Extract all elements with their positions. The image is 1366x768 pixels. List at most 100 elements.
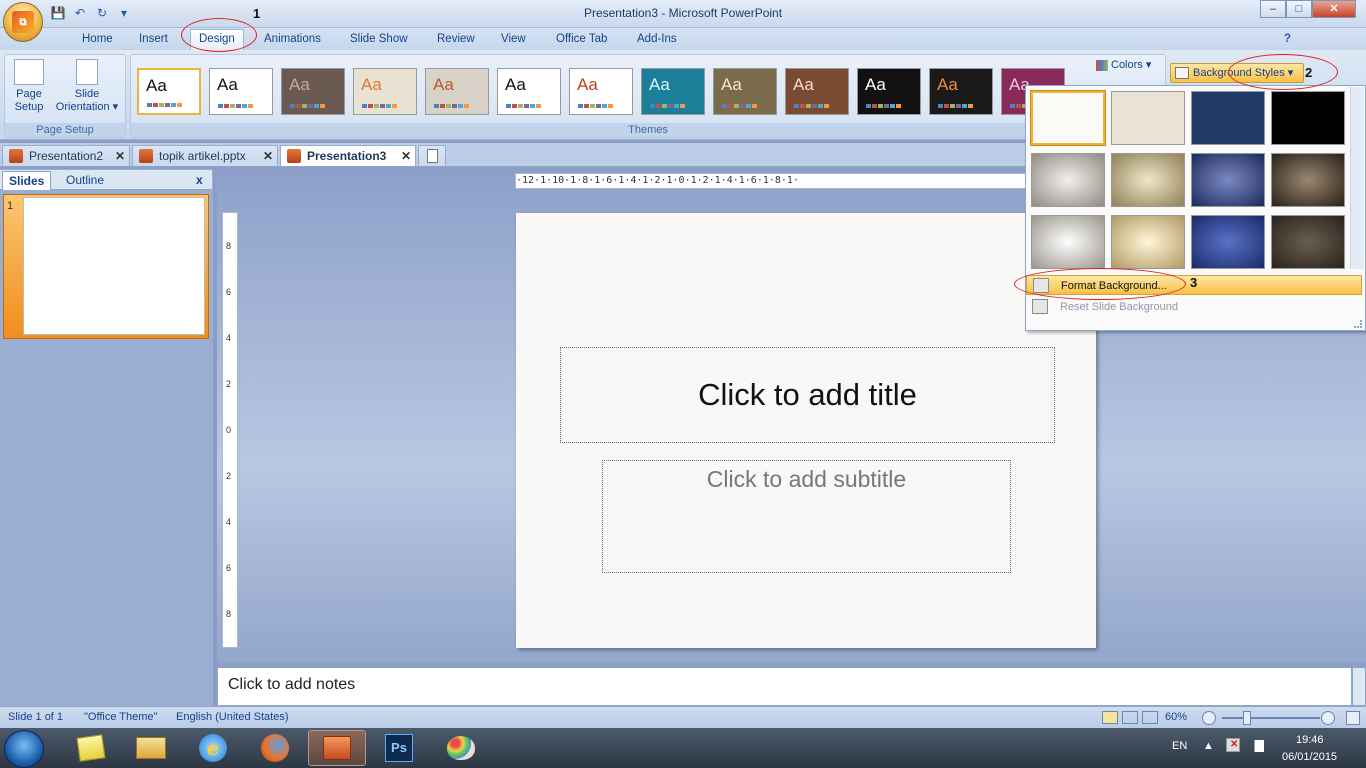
doc-tab-presentation3[interactable]: Presentation3 ✕ — [280, 145, 416, 166]
theme-sample-text: Aa — [937, 75, 958, 94]
theme-thumbnail[interactable]: Aa — [785, 68, 849, 115]
background-style-swatch[interactable] — [1271, 215, 1345, 269]
horizontal-ruler: ·12·1·10·1·8·1·6·1·4·1·2·1·0·1·2·1·4·1·6… — [515, 173, 1027, 189]
tab-insert[interactable]: Insert — [135, 31, 172, 48]
close-pane-icon[interactable]: x — [190, 171, 209, 190]
close-tab-icon[interactable]: ✕ — [115, 146, 125, 166]
slide-orientation-button[interactable]: Slide Orientation ▾ — [51, 59, 123, 114]
theme-thumbnail[interactable]: Aa — [497, 68, 561, 115]
resize-grip-icon[interactable] — [1354, 320, 1362, 328]
tab-view[interactable]: View — [497, 31, 530, 48]
close-tab-icon[interactable]: ✕ — [263, 146, 273, 166]
show-hidden-icons[interactable]: ▲ — [1203, 740, 1214, 752]
notes-pane[interactable]: Click to add notes — [217, 667, 1352, 706]
background-style-swatch[interactable] — [1111, 153, 1185, 207]
ruler-label: 6 — [226, 563, 232, 573]
theme-thumbnail[interactable]: Aa — [929, 68, 993, 115]
reset-slide-background-menu-item[interactable]: Reset Slide Background — [1026, 297, 1362, 317]
photoshop-icon[interactable]: Ps — [370, 730, 428, 766]
theme-thumbnail[interactable]: Aa — [209, 68, 273, 115]
theme-thumbnail[interactable]: Aa — [713, 68, 777, 115]
gallery-scrollbar[interactable] — [1350, 87, 1364, 269]
zoom-slider-thumb[interactable] — [1243, 711, 1251, 725]
theme-name[interactable]: "Office Theme" — [84, 711, 157, 723]
help-icon[interactable]: ? — [1280, 31, 1295, 48]
slide-show-view-icon[interactable] — [1142, 711, 1158, 724]
office-button[interactable]: ⧉ — [3, 2, 43, 42]
window-controls: – □ ✕ — [1260, 0, 1356, 18]
file-explorer-icon[interactable] — [122, 730, 180, 766]
network-icon[interactable] — [1248, 740, 1264, 752]
clock-time[interactable]: 19:46 — [1296, 734, 1324, 746]
slide-sorter-view-icon[interactable] — [1122, 711, 1138, 724]
background-style-swatch[interactable] — [1030, 90, 1106, 146]
theme-thumbnail[interactable]: Aa — [641, 68, 705, 115]
maximize-button[interactable]: □ — [1286, 0, 1312, 18]
background-style-swatch[interactable] — [1271, 91, 1345, 145]
reset-background-label: Reset Slide Background — [1060, 301, 1179, 313]
tab-outline[interactable]: Outline — [60, 171, 110, 190]
paint-icon[interactable] — [432, 730, 490, 766]
slide-thumbnail[interactable] — [23, 197, 205, 335]
theme-thumbnail[interactable]: Aa — [353, 68, 417, 115]
theme-thumbnail[interactable]: Aa — [425, 68, 489, 115]
doc-tab-label: topik artikel.pptx — [159, 149, 246, 163]
zoom-out-icon[interactable] — [1202, 711, 1216, 725]
office-logo-icon: ⧉ — [12, 11, 34, 33]
theme-thumbnail[interactable]: Aa — [281, 68, 345, 115]
internet-explorer-icon[interactable]: e — [184, 730, 242, 766]
colors-label: Colors ▾ — [1111, 59, 1152, 71]
annotation-circle-design — [181, 18, 257, 52]
zoom-in-icon[interactable] — [1321, 711, 1335, 725]
vertical-ruler: 8 6 4 2 0 2 4 6 8 — [222, 212, 238, 648]
colors-button[interactable]: Colors ▾ — [1096, 58, 1151, 71]
tab-home[interactable]: Home — [78, 31, 117, 48]
doc-tab-topik-artikel[interactable]: topik artikel.pptx ✕ — [132, 145, 278, 166]
fit-to-window-icon[interactable] — [1346, 711, 1360, 725]
normal-view-icon[interactable] — [1102, 711, 1118, 724]
annotation-circle-format-bg — [1014, 268, 1186, 300]
tab-office-tab[interactable]: Office Tab — [552, 31, 611, 48]
new-tab-button[interactable] — [418, 145, 446, 166]
close-tab-icon[interactable]: ✕ — [401, 146, 411, 166]
zoom-slider[interactable] — [1222, 717, 1320, 719]
action-center-icon[interactable]: ✕ — [1226, 738, 1240, 752]
tab-animations[interactable]: Animations — [260, 31, 325, 48]
background-style-swatch[interactable] — [1031, 215, 1105, 269]
tab-slides[interactable]: Slides — [2, 171, 52, 190]
background-style-swatch[interactable] — [1111, 215, 1185, 269]
theme-thumbnail[interactable]: Aa — [569, 68, 633, 115]
page-setup-button[interactable]: Page Setup — [9, 59, 49, 114]
background-style-swatch[interactable] — [1111, 91, 1185, 145]
theme-thumbnail[interactable]: Aa — [137, 68, 201, 115]
theme-color-swatches — [506, 104, 541, 108]
background-style-swatch[interactable] — [1191, 153, 1265, 207]
theme-thumbnail[interactable]: Aa — [857, 68, 921, 115]
theme-sample-text: Aa — [289, 75, 310, 94]
firefox-icon[interactable] — [246, 730, 304, 766]
title-placeholder[interactable]: Click to add title — [560, 347, 1055, 443]
clock-date[interactable]: 06/01/2015 — [1282, 751, 1337, 763]
background-style-swatch[interactable] — [1191, 91, 1265, 145]
language-indicator[interactable]: English (United States) — [176, 711, 289, 723]
zoom-level[interactable]: 60% — [1165, 711, 1187, 723]
notes-scrollbar[interactable] — [1352, 667, 1366, 706]
theme-color-swatches — [147, 103, 182, 107]
background-style-swatch[interactable] — [1031, 153, 1105, 207]
minimize-button[interactable]: – — [1260, 0, 1286, 18]
tab-slide-show[interactable]: Slide Show — [346, 31, 412, 48]
ruler-label: 8 — [226, 609, 232, 619]
language-bar[interactable]: EN — [1172, 740, 1187, 752]
close-button[interactable]: ✕ — [1312, 0, 1356, 18]
doc-tab-presentation2[interactable]: Presentation2 ✕ — [2, 145, 130, 166]
ruler-label: 4 — [226, 333, 232, 343]
slide-orientation-icon — [76, 59, 98, 85]
start-button[interactable] — [4, 730, 44, 768]
subtitle-placeholder[interactable]: Click to add subtitle — [602, 460, 1011, 573]
tab-add-ins[interactable]: Add-Ins — [633, 31, 681, 48]
sticky-notes-icon[interactable] — [62, 730, 120, 766]
background-style-swatch[interactable] — [1271, 153, 1345, 207]
tab-review[interactable]: Review — [433, 31, 479, 48]
powerpoint-taskbar-icon[interactable] — [308, 730, 366, 766]
background-style-swatch[interactable] — [1191, 215, 1265, 269]
